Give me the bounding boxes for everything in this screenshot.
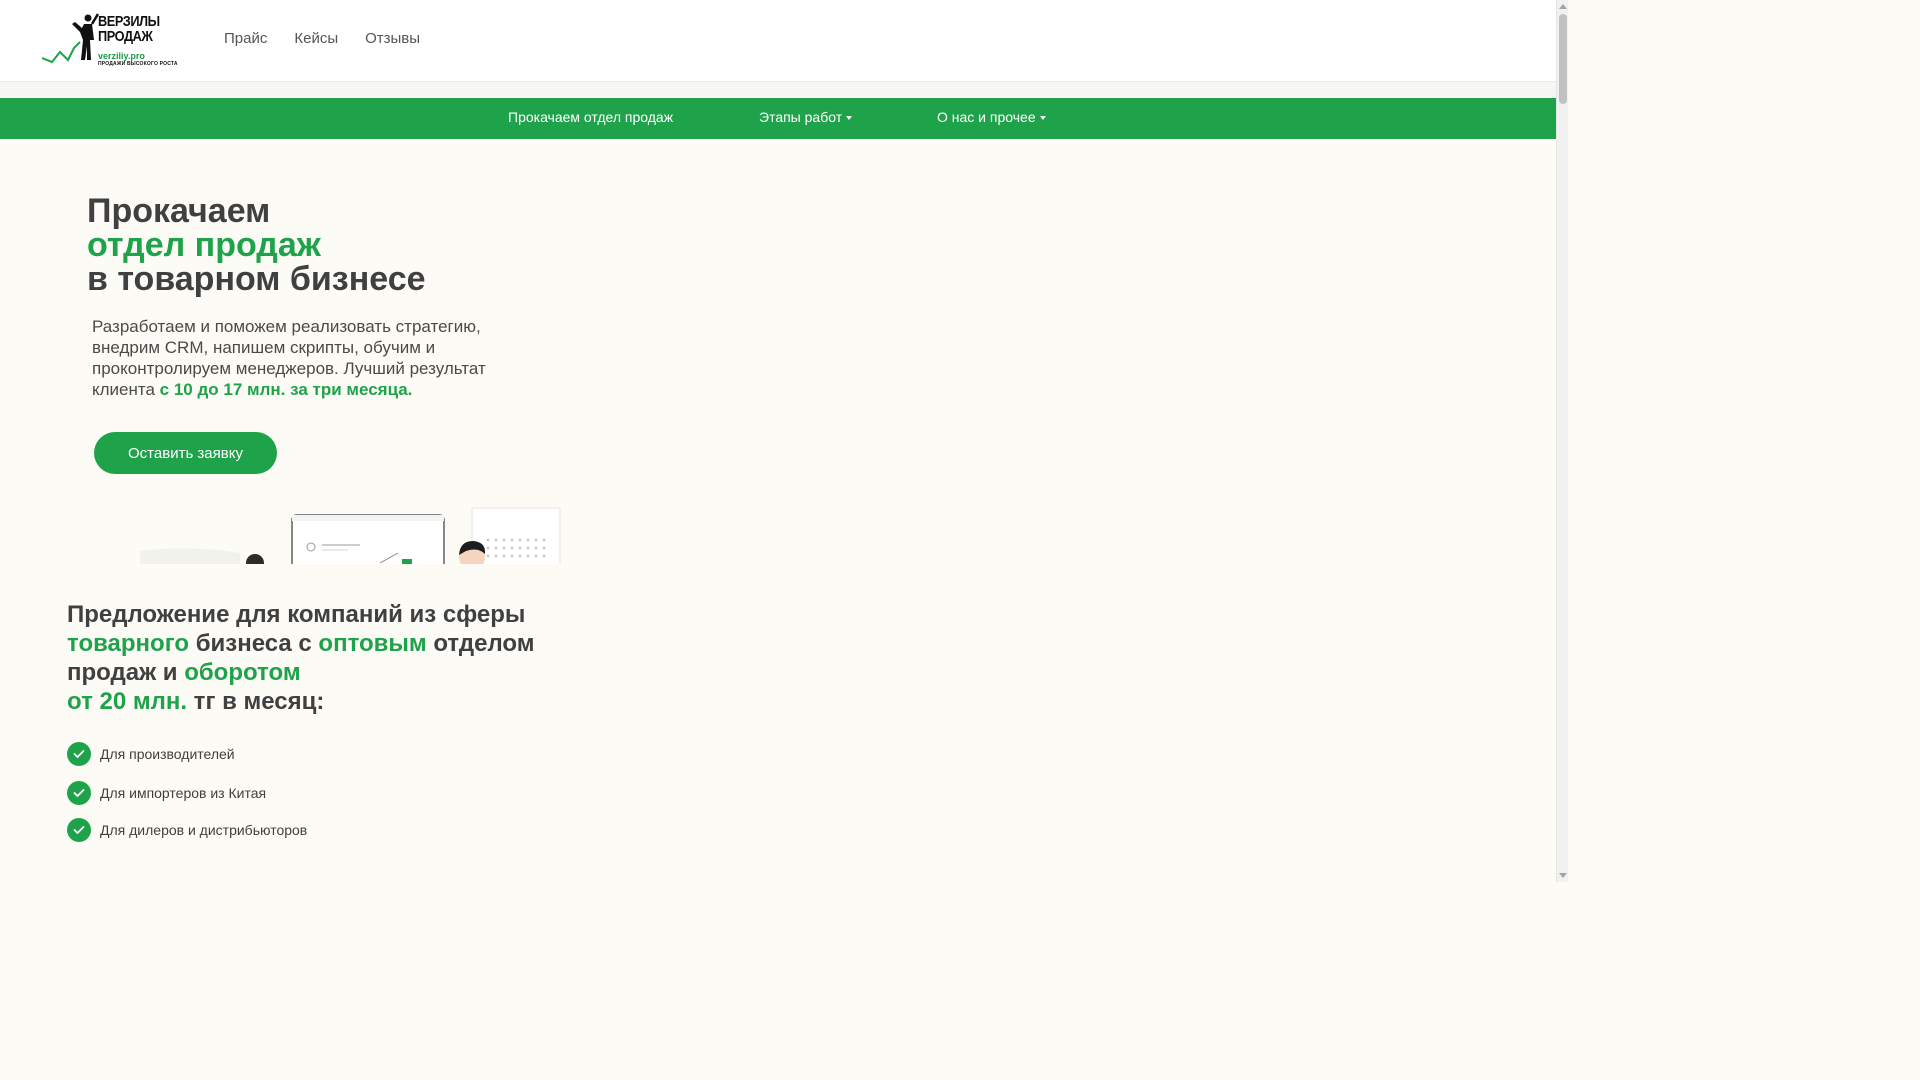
caret-down-icon	[1039, 116, 1046, 121]
offer-list: Для производителей Для импортеров из Кит…	[67, 742, 307, 842]
main-nav-boost-sales[interactable]: Прокачаем отдел продаж	[508, 109, 673, 125]
main-nav-about[interactable]: О нас и прочее	[937, 109, 1046, 125]
main-nav-work-stages[interactable]: Этапы работ	[759, 109, 853, 125]
list-item: Для дилеров и дистрибьюторов	[67, 818, 307, 842]
hero-result-highlight: с 10 до 17 млн. за три месяца.	[159, 380, 413, 399]
list-item: Для производителей	[67, 742, 307, 766]
page-scrollbar[interactable]	[1556, 0, 1568, 882]
hero-title: Прокачаем отдел продаж в товарном бизнес…	[87, 192, 426, 298]
caret-down-icon	[846, 116, 853, 121]
top-nav-reviews[interactable]: Отзывы	[365, 30, 420, 47]
top-nav-cases[interactable]: Кейсы	[294, 30, 338, 47]
list-item: Для импортеров из Китая	[67, 781, 307, 805]
main-nav: Прокачаем отдел продаж Этапы работ О нас…	[0, 98, 1556, 139]
logo-title: ВЕРЗИЛЫ ПРОДАЖ	[98, 13, 160, 45]
check-icon	[67, 742, 91, 766]
scrollbar-thumb[interactable]	[1559, 14, 1567, 104]
site-header: ВЕРЗИЛЫ ПРОДАЖ verziliy.pro ПРОДАЖИ ВЫСО…	[0, 0, 1556, 82]
scroll-up-icon[interactable]	[1559, 4, 1567, 9]
logo-tagline: ПРОДАЖИ ВЫСОКОГО РОСТА	[98, 61, 178, 67]
leave-request-button[interactable]: Оставить заявку	[94, 432, 277, 474]
scroll-down-icon[interactable]	[1559, 873, 1567, 878]
offer-title: Предложение для компаний из сферы товарн…	[67, 601, 535, 715]
hero-description: Разработаем и поможем реализовать страте…	[92, 317, 486, 399]
check-icon	[67, 818, 91, 842]
logo-site: verziliy.pro	[98, 51, 145, 61]
top-nav: Прайс Кейсы Отзывы	[224, 30, 420, 47]
hero-illustration	[130, 505, 570, 564]
top-nav-price[interactable]: Прайс	[224, 30, 267, 47]
brand-logo[interactable]: ВЕРЗИЛЫ ПРОДАЖ verziliy.pro ПРОДАЖИ ВЫСО…	[42, 12, 177, 70]
check-icon	[67, 781, 91, 805]
header-divider	[0, 82, 1556, 98]
